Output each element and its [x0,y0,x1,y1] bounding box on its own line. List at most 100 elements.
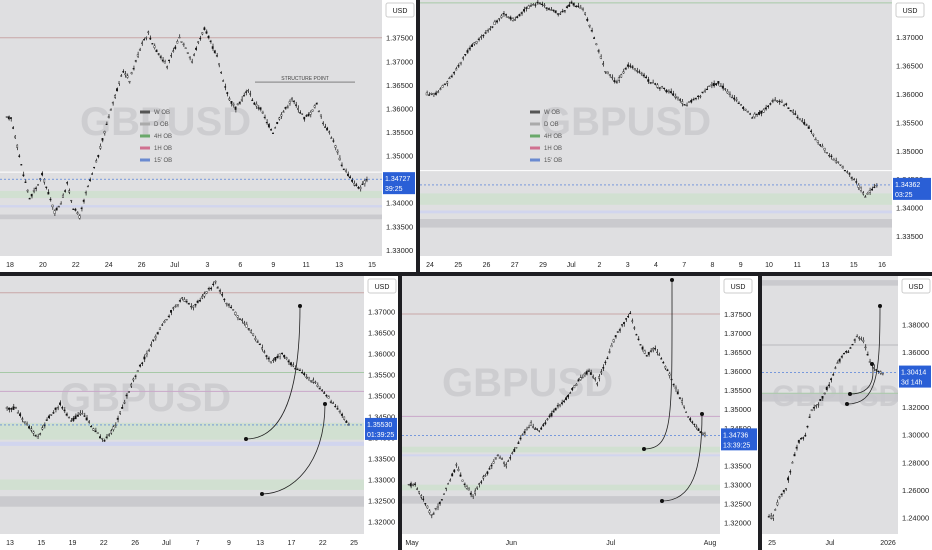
candle [785,102,788,107]
candle [278,353,281,360]
candle [261,344,263,352]
candle [294,101,297,108]
candle [588,24,591,29]
order-block-zone [402,446,720,453]
candle [620,323,623,328]
candle [300,369,303,374]
chart-panel-bottom-middle[interactable]: GBPUSD USD 1.37500 1.37000 1.36500 1.36000 1.3… [402,276,758,550]
candle [751,116,754,119]
candle [359,185,362,192]
legend-label: 4H OB [154,134,172,140]
candle [309,380,312,383]
candle [484,473,487,477]
candle [232,309,235,311]
y-tick-label: 1.35500 [724,386,751,395]
candle [457,63,460,69]
candle [769,102,772,106]
chart-panel-top-right[interactable]: GBPUSD W OB D OB 4H OB 1H OB 15' OB USD 1.37000… [420,0,932,272]
candle [536,428,538,431]
order-block-zone [0,479,364,490]
chart-panel-bottom-right[interactable]: GBPUSDUSD1.380001.360001.340001.320001.3… [762,276,932,550]
candle [314,380,317,385]
candle [735,96,738,103]
legend-label: D OB [544,122,559,128]
y-tick-label: 1.30000 [902,431,929,440]
x-tick-label: 13 [335,262,343,269]
y-tick-label: 1.36000 [902,348,929,357]
candle [620,73,623,78]
candle [194,303,197,308]
candle [91,172,93,176]
candle [482,34,485,39]
candle [490,462,493,470]
chart-svg-top-right[interactable]: GBPUSDW OB D OB 4H OB 1H OB 15' OB USD 1.37000… [420,0,932,272]
candle [361,181,364,185]
candle [847,349,850,353]
projection-end-dot [670,278,674,282]
candle [163,59,166,64]
candle [120,74,123,77]
candle [285,356,288,361]
candle [552,9,555,13]
x-tick-label: May [405,540,419,547]
y-tick-label: 1.33500 [724,462,751,471]
currency-label: USD [375,284,390,291]
candle [424,503,427,507]
candle [181,296,184,301]
candle [643,349,646,355]
candle [548,413,551,419]
candle [290,97,293,102]
candle [860,336,863,341]
candle [739,103,742,106]
countdown-label: 39:25 [385,186,403,193]
candle [782,489,785,494]
candle [136,370,139,372]
candle [174,304,177,308]
candle [674,93,677,100]
legend-label: 4H OB [544,134,562,140]
chart-svg-bottom-middle[interactable]: GBPUSD USD 1.37500 1.37000 1.36500 1.36000 1.3… [402,276,758,550]
candle [805,123,808,126]
candle [871,186,874,191]
candle [683,104,686,106]
candle [744,108,747,111]
candle [717,81,720,86]
y-tick-label: 1.35500 [896,118,923,127]
candle [626,62,629,69]
candle [851,343,854,346]
candle [629,311,632,315]
candle [159,54,162,60]
chart-svg-bottom-right[interactable]: GBPUSDUSD1.380001.360001.340001.320001.3… [762,276,932,550]
candle [858,336,860,341]
candle [466,48,469,54]
candle [276,121,279,125]
candle [21,416,24,423]
watermark-symbol: GBPUSD [60,376,231,420]
candle [238,318,241,321]
chart-svg-bottom-left[interactable]: GBPUSD USD 1.37000 1.36500 1.36000 1.35500 1.3… [0,276,398,550]
candle [192,305,195,311]
candle [329,399,332,404]
order-block-zone [402,484,720,491]
candle [147,30,150,35]
candle [691,420,694,425]
chart-panel-bottom-left[interactable]: GBPUSD USD 1.37000 1.36500 1.36000 1.35500 1.3… [0,276,398,550]
candle [196,299,199,304]
candle [507,16,510,19]
candle [699,94,702,99]
candle [721,83,724,91]
candle [505,462,507,469]
candle [778,99,781,105]
candle [434,90,437,96]
candle [525,426,528,431]
candle [556,13,559,17]
y-tick-label: 1.36500 [386,81,413,90]
x-tick-label: 11 [794,262,801,269]
chart-svg-top-left[interactable]: GBPUSDSTRUCTURE POINTW OBD OB4H OB1H OB1… [0,0,416,272]
candle [599,54,602,60]
candle [207,286,210,292]
chart-panel-top-left[interactable]: GBPUSD STRUCTURE POINT W OB D OB 4H OB 1H OB 1… [0,0,416,272]
candle [540,426,543,430]
candle [631,64,634,70]
candle [641,345,644,352]
